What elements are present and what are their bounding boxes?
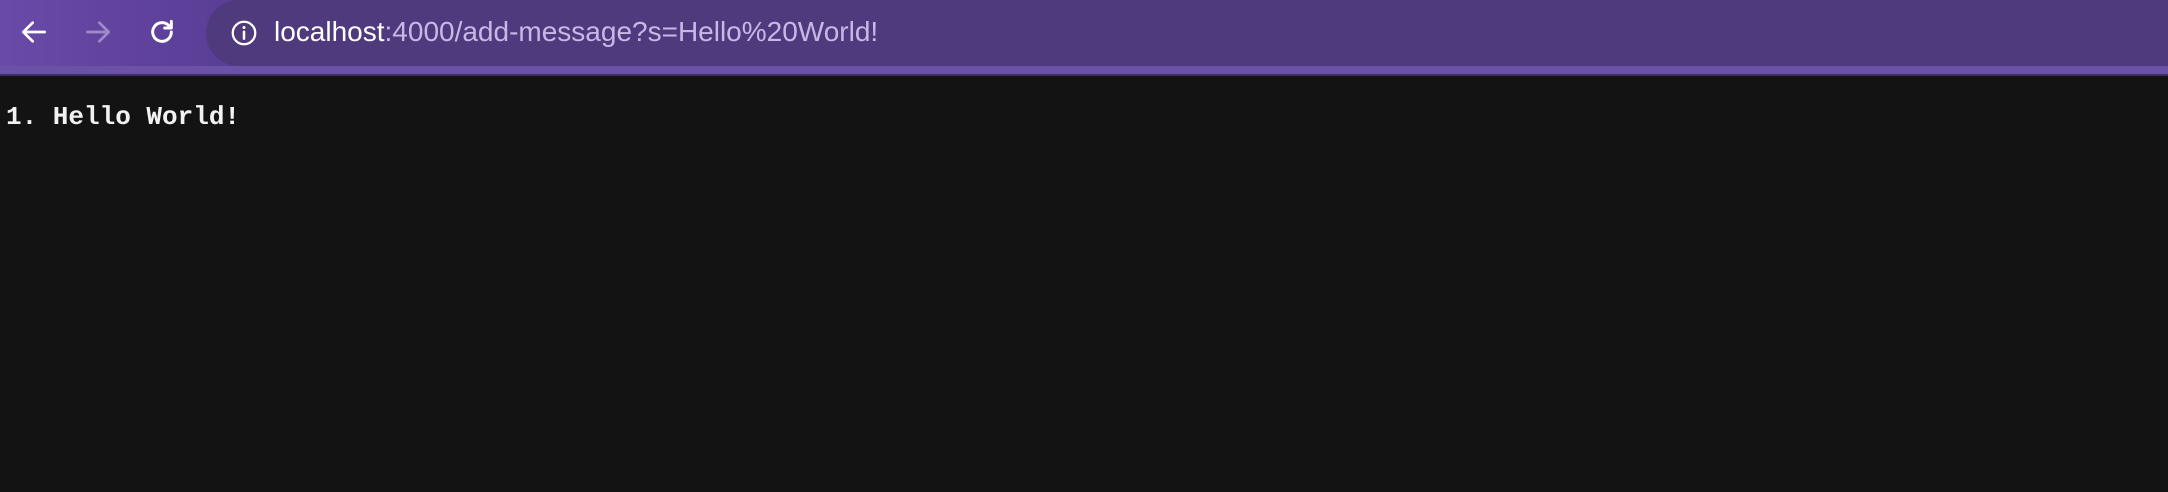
forward-arrow-icon xyxy=(86,21,110,43)
back-button[interactable] xyxy=(12,10,56,54)
url-path: :4000/add-message?s=Hello%20World! xyxy=(384,16,879,47)
reload-icon xyxy=(151,19,173,43)
site-info-button[interactable] xyxy=(228,17,260,49)
url-host: localhost xyxy=(274,16,385,47)
info-icon xyxy=(231,20,257,46)
forward-button[interactable] xyxy=(76,10,120,54)
toolbar-divider xyxy=(0,66,2168,76)
reload-button[interactable] xyxy=(140,10,184,54)
page-content: 1. Hello World! xyxy=(0,78,2168,492)
address-bar[interactable]: localhost:4000/add-message?s=Hello%20Wor… xyxy=(206,0,2168,66)
list-item: 1. Hello World! xyxy=(6,102,241,132)
browser-toolbar: localhost:4000/add-message?s=Hello%20Wor… xyxy=(0,0,2168,66)
url-text: localhost:4000/add-message?s=Hello%20Wor… xyxy=(274,0,878,66)
back-arrow-icon xyxy=(22,21,46,43)
